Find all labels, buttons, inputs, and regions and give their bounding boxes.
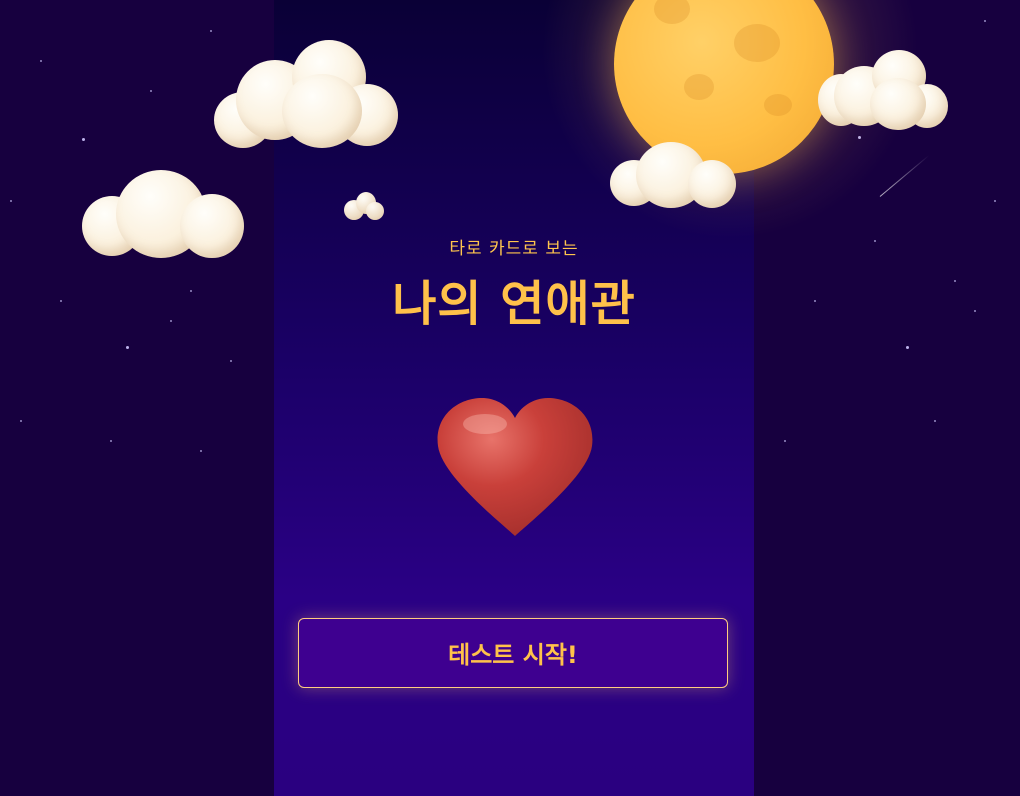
star xyxy=(10,200,12,202)
star xyxy=(82,138,85,141)
cloud-icon xyxy=(818,50,950,132)
cloud-icon xyxy=(214,40,398,150)
star xyxy=(170,320,172,322)
star xyxy=(60,300,62,302)
star xyxy=(230,360,232,362)
star xyxy=(814,300,816,302)
star xyxy=(126,346,129,349)
star xyxy=(110,440,112,442)
star xyxy=(906,346,909,349)
page-title: 나의 연애관 xyxy=(392,276,636,332)
moon-crater xyxy=(654,0,690,24)
star xyxy=(994,200,996,202)
star xyxy=(20,420,22,422)
star xyxy=(954,280,956,282)
cloud-icon xyxy=(610,142,736,210)
moon-crater xyxy=(684,74,714,100)
moon-crater xyxy=(734,24,780,62)
star xyxy=(150,90,152,92)
star xyxy=(210,30,212,32)
cloud-icon xyxy=(82,170,246,260)
star xyxy=(40,60,42,62)
cloud-icon xyxy=(344,192,384,222)
star xyxy=(200,450,202,452)
start-test-button[interactable]: 테스트 시작! xyxy=(298,618,728,688)
star xyxy=(984,20,986,22)
star xyxy=(874,240,876,242)
moon-crater xyxy=(764,94,792,116)
subtitle: 타로 카드로 보는 xyxy=(449,239,579,259)
star xyxy=(190,290,192,292)
heart-icon xyxy=(437,398,593,536)
star xyxy=(934,420,936,422)
star xyxy=(974,310,976,312)
star xyxy=(784,440,786,442)
